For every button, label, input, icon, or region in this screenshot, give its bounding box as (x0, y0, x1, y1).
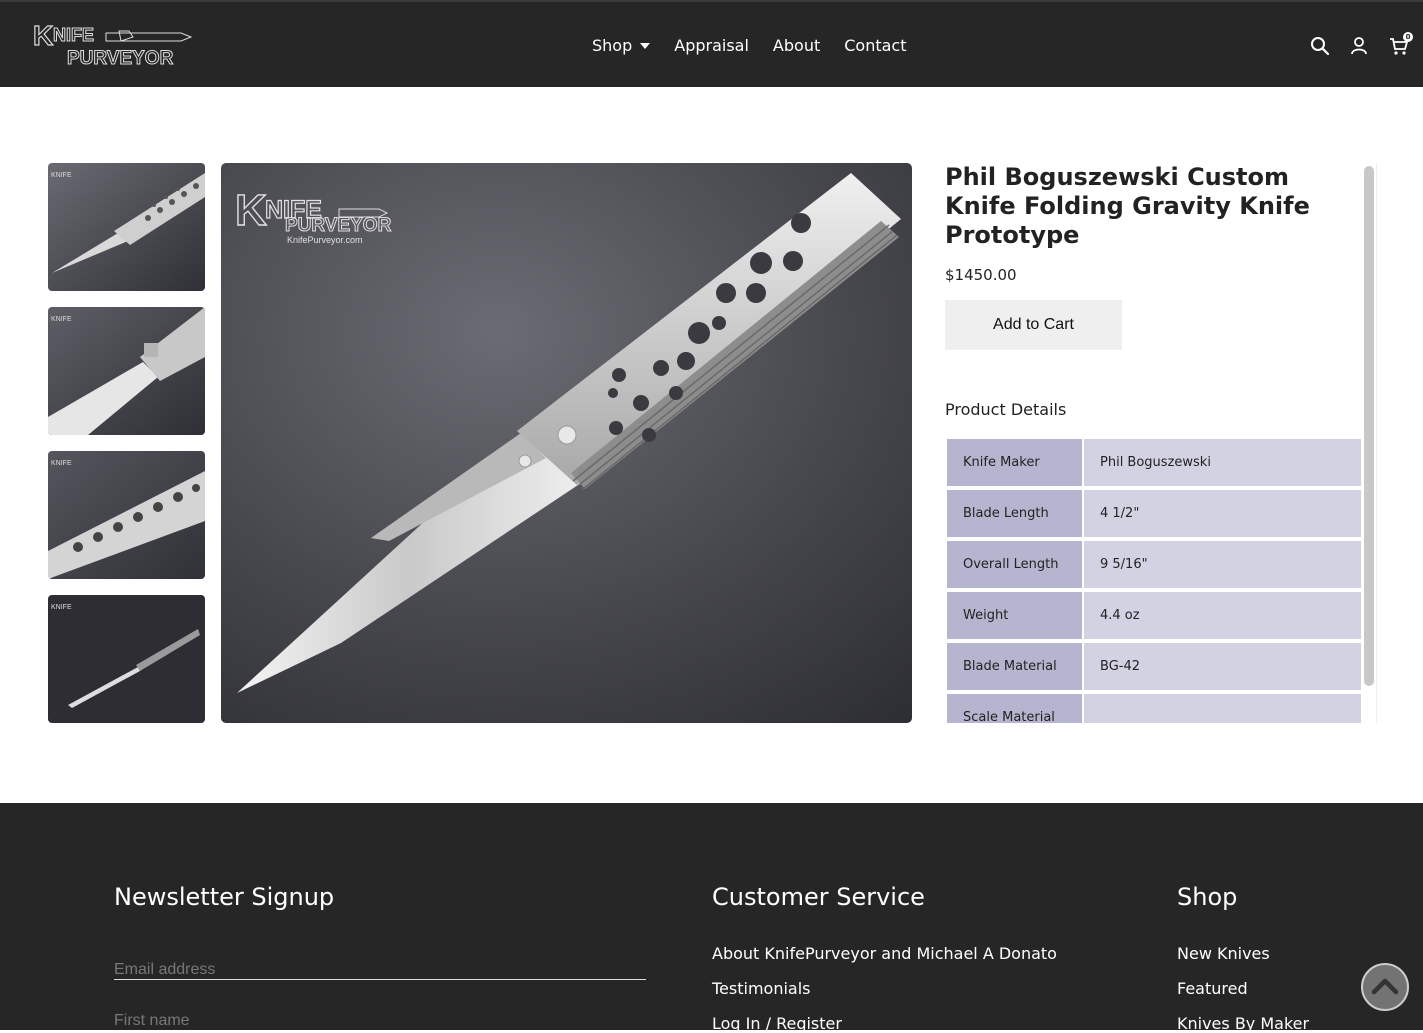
spec-row: Scale Material (947, 694, 1361, 723)
spec-key: Overall Length (947, 541, 1082, 588)
thumbnail-3[interactable]: KNIFE (48, 451, 205, 579)
svg-text:KNIFE: KNIFE (51, 316, 72, 323)
link-featured[interactable]: Featured (1177, 979, 1248, 998)
spec-row: Knife Maker Phil Boguszewski (947, 439, 1361, 486)
nav-shop[interactable]: Shop (592, 36, 651, 55)
watermark-text: KnifePurveyor.com (287, 235, 363, 245)
site-header: K NIFE PURVEYOR Shop Appraisal About Con… (0, 0, 1423, 87)
svg-text:KNIFE: KNIFE (51, 172, 72, 179)
shop-footer-title: Shop (1177, 883, 1238, 911)
thumbnail-2[interactable]: KNIFE (48, 307, 205, 435)
newsletter-title: Newsletter Signup (114, 883, 335, 911)
add-to-cart-button[interactable]: Add to Cart (945, 300, 1122, 350)
thumbnail-1[interactable]: KNIFE (48, 163, 205, 291)
product-main-image[interactable]: K NIFE PURVEYOR KnifePurveyor.com (221, 163, 912, 723)
product-info-panel[interactable]: Phil Boguszewski Custom Knife Folding Gr… (945, 163, 1377, 723)
nav-contact-label: Contact (844, 36, 907, 55)
svg-text:PURVEYOR: PURVEYOR (67, 48, 174, 69)
svg-text:KNIFE: KNIFE (51, 604, 72, 611)
details-scrollbar[interactable] (1364, 166, 1374, 686)
svg-text:KNIFE: KNIFE (51, 460, 72, 467)
nav-about-label: About (772, 36, 821, 55)
spec-value (1084, 694, 1361, 723)
spec-row: Overall Length 9 5/16" (947, 541, 1361, 588)
spec-value: 4.4 oz (1084, 592, 1361, 639)
spec-row: Blade Length 4 1/2" (947, 490, 1361, 537)
nav-contact[interactable]: Contact (844, 36, 906, 55)
nav-appraisal[interactable]: Appraisal (674, 36, 749, 55)
cart-count-badge: 0 (1403, 32, 1413, 42)
svg-text:NIFE: NIFE (53, 25, 94, 45)
spec-key: Scale Material (947, 694, 1082, 723)
cart-icon[interactable]: 0 (1389, 32, 1413, 56)
user-icon[interactable] (1349, 36, 1369, 56)
chevron-up-icon (1371, 978, 1399, 995)
site-footer: Newsletter Signup Customer Service About… (0, 803, 1423, 1033)
spec-row: Blade Material BG-42 (947, 643, 1361, 690)
spec-value: 4 1/2" (1084, 490, 1361, 537)
spec-row: Weight 4.4 oz (947, 592, 1361, 639)
link-knives-by-maker[interactable]: Knives By Maker (1177, 1014, 1309, 1033)
customer-service-title: Customer Service (712, 883, 925, 911)
product-details-heading: Product Details (945, 400, 1067, 419)
spec-key: Blade Length (947, 490, 1082, 537)
spec-key: Blade Material (947, 643, 1082, 690)
nav-shop-label: Shop (592, 36, 633, 55)
search-icon[interactable] (1310, 36, 1330, 56)
svg-text:K: K (235, 186, 267, 235)
svg-text:K: K (33, 20, 53, 51)
spec-value: Phil Boguszewski (1084, 439, 1361, 486)
link-login-register[interactable]: Log In / Register (712, 1014, 842, 1033)
spec-key: Knife Maker (947, 439, 1082, 486)
product-title: Phil Boguszewski Custom Knife Folding Gr… (945, 163, 1310, 249)
spec-key: Weight (947, 592, 1082, 639)
nav-about[interactable]: About (773, 36, 820, 55)
caret-down-icon (640, 42, 651, 49)
main-nav: Shop Appraisal About Contact (592, 36, 930, 55)
newsletter-email-input[interactable] (114, 960, 646, 980)
back-to-top-button[interactable] (1361, 963, 1409, 1011)
spec-value: BG-42 (1084, 643, 1361, 690)
thumbnail-4[interactable]: KNIFE (48, 595, 205, 723)
svg-text:PURVEYOR: PURVEYOR (285, 215, 392, 236)
nav-appraisal-label: Appraisal (674, 36, 749, 55)
newsletter-first-name-input[interactable] (114, 1011, 646, 1031)
link-new-knives[interactable]: New Knives (1177, 944, 1270, 963)
link-testimonials[interactable]: Testimonials (712, 979, 811, 998)
link-about-knifepurveyor[interactable]: About KnifePurveyor and Michael A Donato (712, 944, 1057, 963)
site-logo[interactable]: K NIFE PURVEYOR (31, 19, 193, 69)
spec-value: 9 5/16" (1084, 541, 1361, 588)
product-price: $1450.00 (945, 266, 1017, 284)
spec-table: Knife Maker Phil Boguszewski Blade Length 4… (945, 435, 1363, 723)
